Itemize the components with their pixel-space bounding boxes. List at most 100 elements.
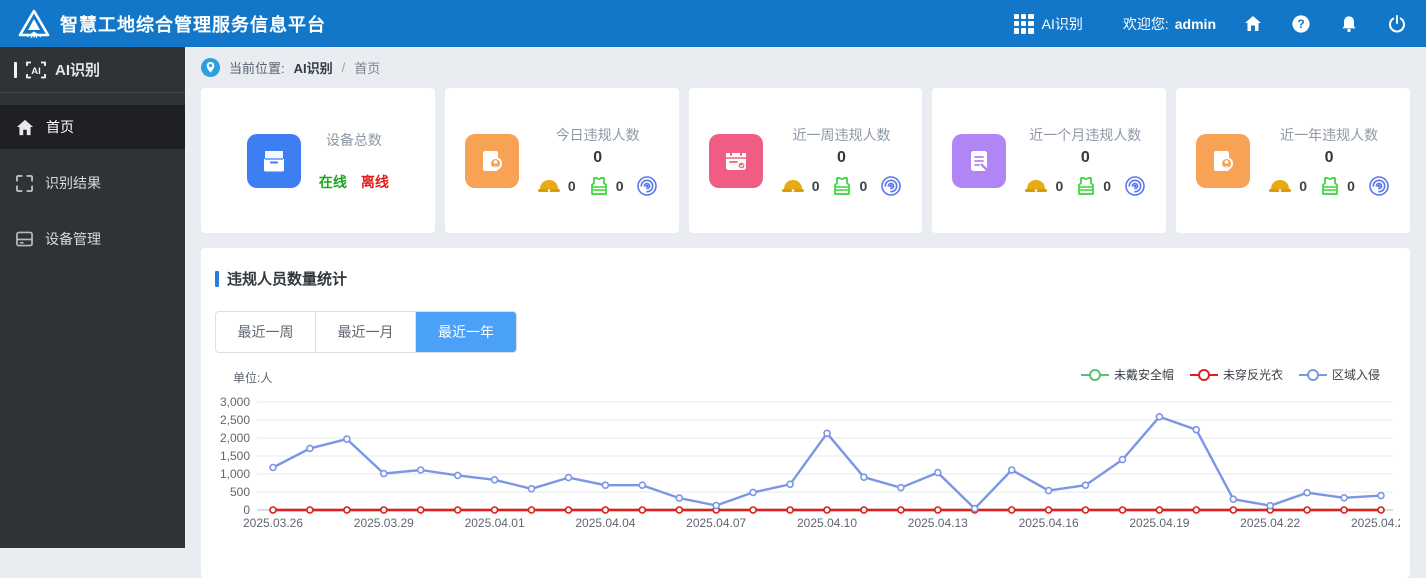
stat-cards-row: 设备总数 在线 离线 今日违规人数 0 0 0 近一周违规人数 0 0 0 近一… xyxy=(201,88,1410,233)
notifications-bell-button[interactable] xyxy=(1338,13,1360,35)
svg-text:1,500: 1,500 xyxy=(220,449,250,463)
sidebar-item-recognition-results[interactable]: 识别结果 xyxy=(0,161,185,205)
device-icon xyxy=(16,231,33,247)
tab-last-year[interactable]: 最近一年 xyxy=(416,312,516,352)
breadcrumb-section[interactable]: AI识别 xyxy=(294,58,333,77)
panel-title: 违规人员数量统计 xyxy=(215,268,1396,289)
online-label: 在线 xyxy=(318,173,347,190)
card-value: 0 xyxy=(593,148,603,166)
svg-text:2,500: 2,500 xyxy=(220,413,250,427)
top-header: 智慧工地综合管理服务信息平台 AI识别 欢迎您: admin ? xyxy=(0,0,1426,47)
svg-text:2025.04.07: 2025.04.07 xyxy=(686,516,746,530)
help-button[interactable]: ? xyxy=(1290,13,1312,35)
card-violations-week: 近一周违规人数 0 0 0 xyxy=(688,88,923,233)
safety-helmet-icon xyxy=(1025,180,1048,192)
svg-text:AI: AI xyxy=(31,66,41,77)
vest-count: 0 xyxy=(615,177,624,194)
svg-text:2,000: 2,000 xyxy=(220,431,250,445)
svg-text:2025.04.25: 2025.04.25 xyxy=(1351,516,1400,530)
sidebar-item-label: 设备管理 xyxy=(45,231,101,247)
vest-count: 0 xyxy=(1103,177,1112,194)
svg-text:2025.03.29: 2025.03.29 xyxy=(354,516,414,530)
title-accent-bar xyxy=(215,270,219,287)
card-value: 0 xyxy=(1324,148,1334,166)
reflective-vest-icon xyxy=(1078,176,1095,195)
safety-helmet-icon xyxy=(781,180,804,192)
vest-count: 0 xyxy=(859,177,868,194)
reflective-vest-icon xyxy=(590,176,607,195)
sidebar-module-header: AI AI识别 xyxy=(0,47,185,93)
svg-text:2025.04.10: 2025.04.10 xyxy=(797,516,857,530)
sidebar-item-label: 首页 xyxy=(46,119,74,135)
offline-label: 离线 xyxy=(360,173,389,190)
legend-marker-icon xyxy=(1080,368,1109,381)
page-title: 智慧工地综合管理服务信息平台 xyxy=(60,14,326,35)
document-icon xyxy=(952,133,1007,188)
card-title: 近一周违规人数 xyxy=(792,126,891,143)
area-intrusion-spiral-icon xyxy=(1125,175,1145,196)
helmet-count: 0 xyxy=(811,177,820,194)
time-range-tabs: 最近一周 最近一月 最近一年 xyxy=(215,311,517,353)
home-button[interactable] xyxy=(1242,13,1264,35)
area-intrusion-spiral-icon xyxy=(637,175,658,196)
home-icon xyxy=(16,119,34,135)
apps-grid-icon xyxy=(1013,13,1034,34)
legend-item-helmet[interactable]: 未戴安全帽 xyxy=(1080,366,1174,383)
sidebar: AI AI识别 首页 识别结果 设备管理 xyxy=(0,47,185,548)
breadcrumb-page[interactable]: 首页 xyxy=(354,58,380,77)
tab-last-month[interactable]: 最近一月 xyxy=(316,312,416,352)
helmet-count: 0 xyxy=(1055,177,1064,194)
legend-marker-icon xyxy=(1189,368,1218,381)
card-title: 设备总数 xyxy=(325,131,382,148)
violation-stats-panel: 违规人员数量统计 最近一周 最近一月 最近一年 未戴安全帽 未穿反光衣 区域入侵… xyxy=(201,248,1411,578)
svg-text:1,000: 1,000 xyxy=(220,467,250,481)
sidebar-item-label: 识别结果 xyxy=(45,175,101,191)
legend-marker-icon xyxy=(1298,368,1327,381)
vest-count: 0 xyxy=(1347,177,1355,194)
report-icon xyxy=(464,133,519,188)
report-icon xyxy=(1196,133,1251,188)
helmet-count: 0 xyxy=(1299,177,1308,194)
sidebar-header-bar xyxy=(14,61,17,78)
line-chart[interactable]: 0 500 1,000 1,500 2,000 2,500 3,000 2025.03.26 2… xyxy=(215,388,1415,553)
card-violations-today: 今日违规人数 0 0 0 xyxy=(444,88,679,233)
breadcrumb-separator: / xyxy=(341,60,346,75)
card-value: 0 xyxy=(1080,148,1090,166)
username: admin xyxy=(1174,15,1216,32)
device-box-icon xyxy=(246,133,301,188)
svg-text:?: ? xyxy=(1297,17,1304,31)
svg-text:2025.04.22: 2025.04.22 xyxy=(1240,516,1300,530)
sidebar-item-device-management[interactable]: 设备管理 xyxy=(0,217,185,261)
helmet-count: 0 xyxy=(567,177,576,194)
svg-text:2025.04.13: 2025.04.13 xyxy=(908,516,968,530)
safety-helmet-icon xyxy=(537,180,560,192)
main-content: 当前位置: AI识别 / 首页 设备总数 在线 离线 今日违规人数 0 0 0 … xyxy=(185,47,1426,578)
card-violations-year: 近一年违规人数 0 0 0 xyxy=(1176,88,1410,233)
location-pin-icon xyxy=(201,58,220,77)
svg-text:3,000: 3,000 xyxy=(220,395,250,409)
svg-text:0: 0 xyxy=(243,503,250,517)
legend-item-vest[interactable]: 未穿反光衣 xyxy=(1189,366,1283,383)
app-switcher-label: AI识别 xyxy=(1041,15,1083,32)
svg-text:2025.03.26: 2025.03.26 xyxy=(243,516,303,530)
svg-text:2025.04.16: 2025.04.16 xyxy=(1019,516,1079,530)
reflective-vest-icon xyxy=(834,176,851,195)
legend-item-intrusion[interactable]: 区域入侵 xyxy=(1298,366,1380,383)
tab-last-week[interactable]: 最近一周 xyxy=(216,312,316,352)
area-intrusion-spiral-icon xyxy=(1369,175,1389,196)
reflective-vest-icon xyxy=(1322,176,1338,195)
logout-power-button[interactable] xyxy=(1386,13,1408,35)
ai-recognition-icon: AI xyxy=(26,61,46,78)
svg-text:2025.04.01: 2025.04.01 xyxy=(465,516,525,530)
welcome-text: 欢迎您: admin xyxy=(1122,15,1216,32)
card-title: 近一个月违规人数 xyxy=(1029,126,1142,143)
area-intrusion-spiral-icon xyxy=(881,175,902,196)
sidebar-item-home[interactable]: 首页 xyxy=(0,105,185,149)
svg-text:2025.04.19: 2025.04.19 xyxy=(1129,516,1189,530)
safety-helmet-icon xyxy=(1269,180,1292,192)
sidebar-title: AI识别 xyxy=(55,62,101,79)
app-switcher[interactable]: AI识别 xyxy=(1013,13,1083,34)
breadcrumb: 当前位置: AI识别 / 首页 xyxy=(201,47,1410,88)
card-value: 0 xyxy=(837,148,846,166)
card-violations-month: 近一个月违规人数 0 0 0 xyxy=(932,88,1167,233)
